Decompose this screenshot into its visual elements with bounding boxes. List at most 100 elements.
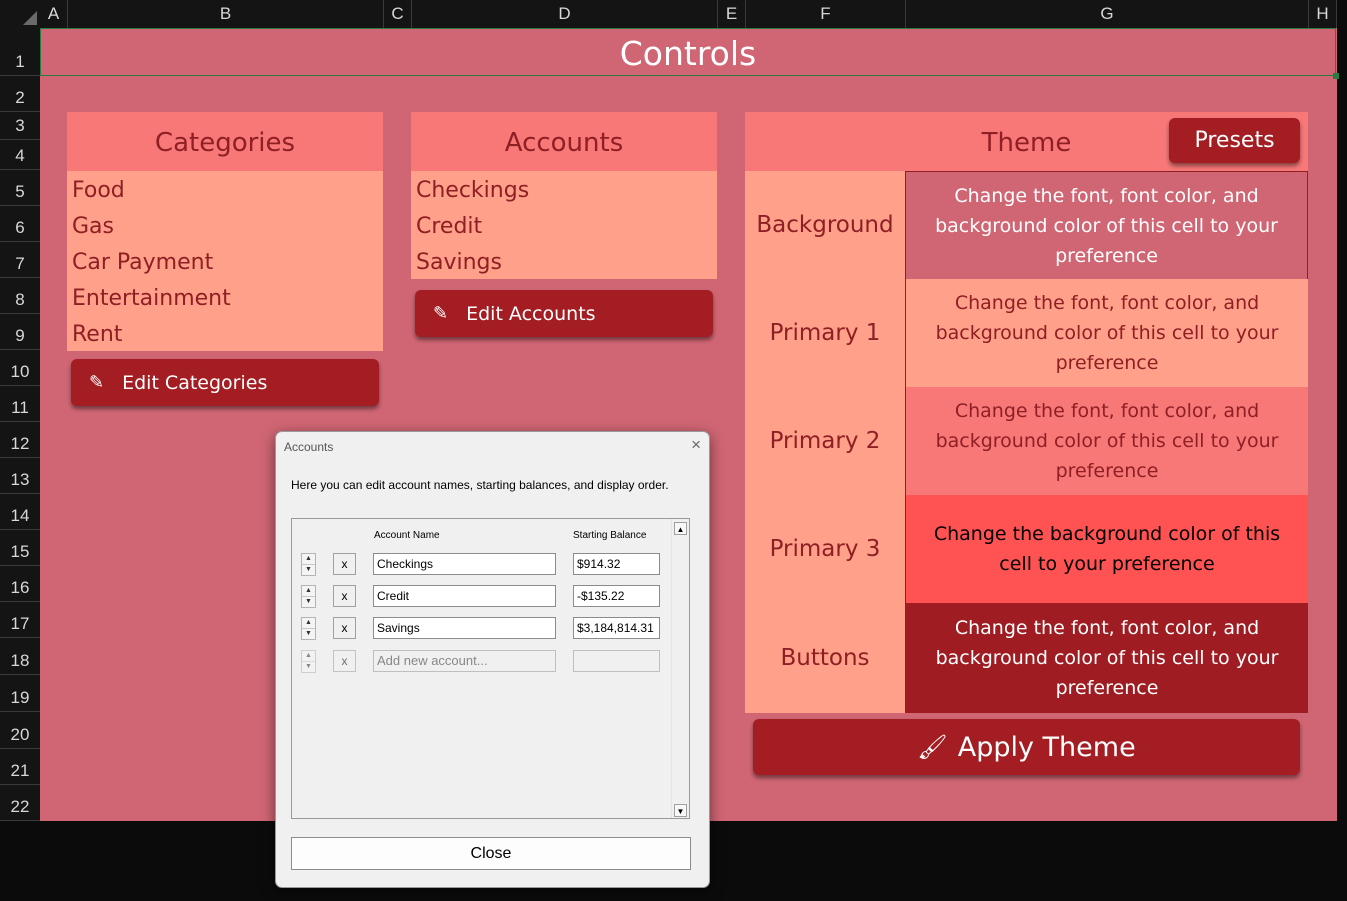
row-header-2[interactable]: 2 bbox=[0, 76, 40, 112]
new-balance-field[interactable] bbox=[573, 650, 660, 672]
presets-button[interactable]: Presets bbox=[1169, 118, 1300, 163]
delete-account-button[interactable]: x bbox=[333, 617, 356, 639]
edit-accounts-button[interactable]: ✎ Edit Accounts bbox=[415, 290, 713, 337]
scroll-down-icon[interactable]: ▼ bbox=[674, 804, 687, 817]
row-header-10[interactable]: 10 bbox=[0, 350, 40, 386]
account-name-column-label: Account Name bbox=[374, 530, 440, 541]
account-name-field[interactable]: Checkings bbox=[373, 553, 556, 575]
row-header-14[interactable]: 14 bbox=[0, 494, 40, 530]
up-arrow-icon[interactable]: ▲ bbox=[302, 586, 315, 596]
row-header-22[interactable]: 22 bbox=[0, 785, 40, 821]
select-all-corner[interactable] bbox=[0, 0, 41, 28]
up-arrow-icon: ▲ bbox=[305, 652, 312, 659]
column-header-g[interactable]: G bbox=[906, 0, 1309, 28]
pencil-icon: ✎ bbox=[89, 372, 105, 393]
row-header-11[interactable]: 11 bbox=[0, 386, 40, 422]
row-header-13[interactable]: 13 bbox=[0, 458, 40, 494]
delete-account-button: x bbox=[333, 650, 356, 672]
account-item[interactable]: Credit bbox=[416, 209, 482, 245]
dialog-description: Here you can edit account names, startin… bbox=[291, 478, 669, 492]
row-header-8[interactable]: 8 bbox=[0, 278, 40, 314]
reorder-spinner[interactable]: ▲ ▼ bbox=[301, 585, 316, 608]
reorder-spinner[interactable]: ▲ ▼ bbox=[301, 553, 316, 576]
theme-cell-primary-3[interactable]: Change the background color of this cell… bbox=[905, 495, 1308, 603]
accounts-editor-grid[interactable]: Account Name Starting Balance ▲ ▼ x Check… bbox=[291, 518, 690, 819]
column-header-d[interactable]: D bbox=[412, 0, 718, 28]
account-name-field[interactable]: Credit bbox=[373, 585, 556, 607]
accounts-list: Checkings Credit Savings bbox=[411, 171, 717, 279]
pencil-icon: ✎ bbox=[433, 303, 449, 324]
column-header-b[interactable]: B bbox=[68, 0, 384, 28]
category-item[interactable]: Car Payment bbox=[72, 245, 213, 281]
page-title-text: Controls bbox=[619, 34, 757, 73]
categories-list: Food Gas Car Payment Entertainment Rent bbox=[67, 171, 383, 351]
account-item[interactable]: Checkings bbox=[416, 173, 529, 209]
row-header-4[interactable]: 4 bbox=[0, 140, 40, 170]
scroll-up-icon[interactable]: ▲ bbox=[674, 522, 687, 535]
row-header-6[interactable]: 6 bbox=[0, 206, 40, 242]
accounts-heading: Accounts bbox=[411, 112, 717, 171]
starting-balance-field[interactable]: $914.32 bbox=[573, 553, 660, 575]
up-arrow-icon[interactable]: ▲ bbox=[302, 618, 315, 628]
close-button[interactable]: Close bbox=[291, 837, 691, 870]
account-name-field[interactable]: Savings bbox=[373, 617, 556, 639]
edit-categories-button[interactable]: ✎ Edit Categories bbox=[71, 359, 379, 406]
close-icon[interactable]: × bbox=[691, 435, 701, 455]
row-header-21[interactable]: 21 bbox=[0, 749, 40, 785]
theme-label-buttons: Buttons bbox=[745, 603, 905, 713]
reorder-spinner[interactable]: ▲ ▼ bbox=[301, 617, 316, 640]
column-header-h[interactable]: H bbox=[1309, 0, 1337, 28]
up-arrow-icon[interactable]: ▲ bbox=[302, 554, 315, 564]
down-arrow-icon[interactable]: ▼ bbox=[302, 596, 315, 607]
delete-account-button[interactable]: x bbox=[333, 553, 356, 575]
column-header-c[interactable]: C bbox=[384, 0, 412, 28]
theme-cell-primary-2[interactable]: Change the font, font color, and backgro… bbox=[905, 387, 1308, 495]
theme-label-background: Background bbox=[745, 171, 905, 279]
row-header-12[interactable]: 12 bbox=[0, 422, 40, 458]
edit-categories-label: Edit Categories bbox=[122, 371, 268, 394]
accounts-dialog: Accounts × Here you can edit account nam… bbox=[275, 431, 710, 888]
theme-label-primary-1: Primary 1 bbox=[745, 279, 905, 387]
category-item[interactable]: Rent bbox=[72, 317, 122, 353]
apply-theme-label: Apply Theme bbox=[957, 731, 1136, 763]
starting-balance-column-label: Starting Balance bbox=[573, 530, 647, 541]
category-item[interactable]: Food bbox=[72, 173, 125, 209]
down-arrow-icon[interactable]: ▼ bbox=[302, 628, 315, 639]
theme-cell-buttons[interactable]: Change the font, font color, and backgro… bbox=[905, 603, 1308, 713]
theme-label-primary-2: Primary 2 bbox=[745, 387, 905, 495]
row-header-1[interactable]: 1 bbox=[0, 28, 40, 76]
delete-account-button[interactable]: x bbox=[333, 585, 356, 607]
categories-heading: Categories bbox=[67, 112, 383, 171]
category-item[interactable]: Entertainment bbox=[72, 281, 231, 317]
row-header-18[interactable]: 18 bbox=[0, 638, 40, 675]
row-header-3[interactable]: 3 bbox=[0, 112, 40, 140]
theme-label-primary-3: Primary 3 bbox=[745, 495, 905, 603]
apply-theme-button[interactable]: 🖌 Apply Theme bbox=[753, 719, 1300, 775]
dialog-title: Accounts bbox=[284, 440, 334, 454]
theme-cell-background[interactable]: Change the font, font color, and backgro… bbox=[905, 171, 1308, 279]
theme-cell-primary-1[interactable]: Change the font, font color, and backgro… bbox=[905, 279, 1308, 387]
starting-balance-field[interactable]: $3,184,814.31 bbox=[573, 617, 660, 639]
new-account-field[interactable]: Add new account... bbox=[373, 650, 556, 672]
edit-accounts-label: Edit Accounts bbox=[466, 302, 596, 325]
row-header-16[interactable]: 16 bbox=[0, 566, 40, 602]
starting-balance-field[interactable]: -$135.22 bbox=[573, 585, 660, 607]
page-title[interactable]: Controls bbox=[40, 28, 1339, 79]
row-header-15[interactable]: 15 bbox=[0, 530, 40, 566]
fill-handle[interactable] bbox=[1333, 73, 1339, 79]
row-header-17[interactable]: 17 bbox=[0, 602, 40, 638]
down-arrow-icon[interactable]: ▼ bbox=[302, 564, 315, 575]
row-header-7[interactable]: 7 bbox=[0, 242, 40, 278]
vertical-scrollbar[interactable]: ▲ ▼ bbox=[671, 519, 689, 818]
row-header-19[interactable]: 19 bbox=[0, 675, 40, 712]
row-header-9[interactable]: 9 bbox=[0, 314, 40, 350]
row-header-5[interactable]: 5 bbox=[0, 170, 40, 206]
row-header-20[interactable]: 20 bbox=[0, 712, 40, 749]
column-header-e[interactable]: E bbox=[718, 0, 746, 28]
column-header-a[interactable]: A bbox=[40, 0, 68, 28]
category-item[interactable]: Gas bbox=[72, 209, 114, 245]
column-header-f[interactable]: F bbox=[746, 0, 906, 28]
theme-heading-text: Theme bbox=[981, 128, 1072, 158]
presets-label: Presets bbox=[1194, 128, 1275, 153]
account-item[interactable]: Savings bbox=[416, 245, 502, 281]
